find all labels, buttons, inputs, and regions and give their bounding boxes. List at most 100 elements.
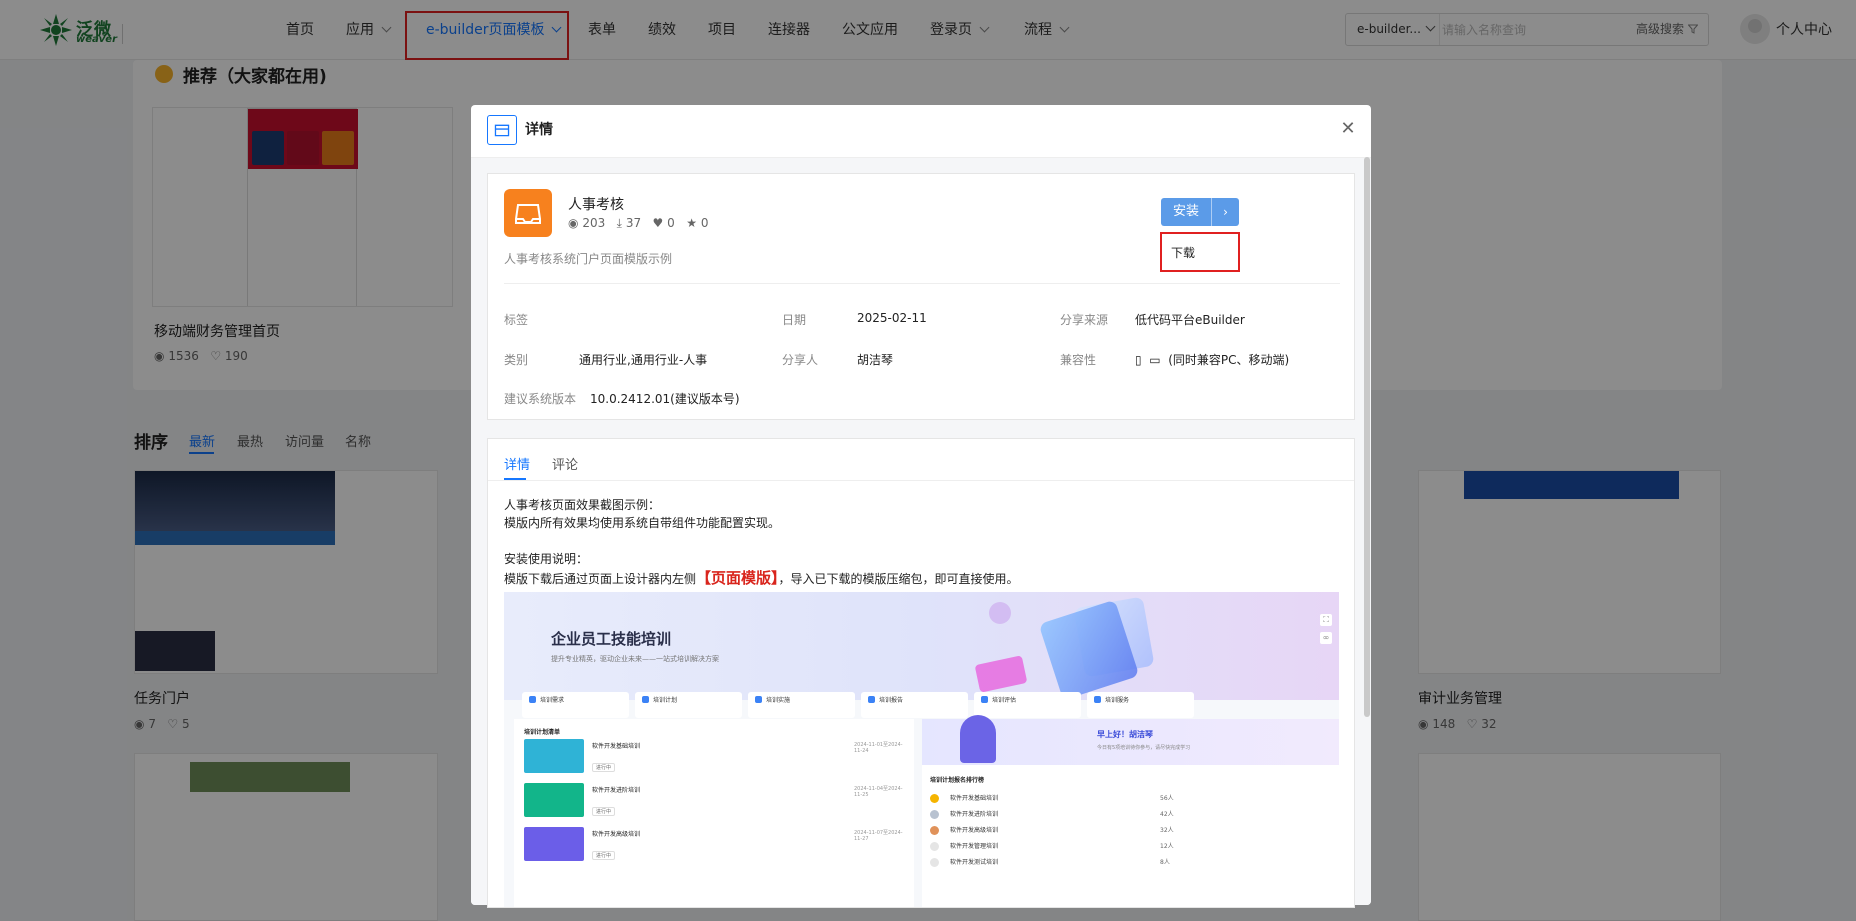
plan-thumb	[524, 783, 584, 817]
ranking-name: 软件开发基础培训	[950, 795, 999, 802]
tab-detail[interactable]: 详情	[504, 454, 530, 473]
detail-text: ，导入已下载的模版压缩包，即可直接使用。	[778, 572, 1019, 586]
plan-tag: 进行中	[592, 807, 616, 816]
card-icon	[1094, 696, 1101, 703]
star-icon: ★	[686, 216, 697, 230]
compat-value: ▯ ▭ (同时兼容PC、移动端)	[1135, 351, 1289, 368]
chevron-right-icon[interactable]: ›	[1211, 198, 1239, 226]
ranking-title: 培训计划报名排行榜	[930, 777, 985, 784]
date-value: 2025-02-11	[857, 311, 927, 325]
likes-count: 0	[667, 216, 675, 230]
ranking-count: 8人	[1160, 859, 1170, 866]
plan-title: 软件开发高级培训	[592, 831, 641, 838]
page-template-highlight: 【页面模版】	[696, 569, 779, 587]
rank-badge-icon	[930, 858, 939, 867]
tab-comments[interactable]: 评论	[552, 454, 578, 473]
card-icon	[981, 696, 988, 703]
plan-time: 2024-11-01至2024-11-24	[854, 742, 903, 754]
decor-card	[974, 655, 1028, 693]
app-description: 人事考核系统门户页面模版示例	[504, 252, 673, 266]
app-icon	[504, 189, 552, 237]
preview-plan-list: 培训计划清单 软件开发基础培训 2024-11-01至2024-11-24 进行…	[514, 719, 914, 907]
plan-row: 软件开发进阶培训 2024-11-04至2024-11-25 进行中	[524, 783, 904, 825]
plan-title: 软件开发基础培训	[592, 743, 641, 750]
preview-nav-card: 培训服务	[1087, 692, 1194, 718]
ranking-count: 42人	[1160, 811, 1174, 818]
ranking-count: 12人	[1160, 843, 1174, 850]
views-count: 203	[582, 216, 606, 230]
compat-label: 兼容性	[1060, 353, 1097, 367]
preview-nav-card: 培训实施	[748, 692, 855, 718]
category-value: 通用行业,通用行业-人事	[579, 353, 708, 367]
sharer-label: 分享人	[782, 353, 819, 367]
version-label: 建议系统版本	[504, 392, 577, 406]
greeting-banner: 早上好！胡洁琴 今日有5项培训待你参与，请尽快完成学习	[922, 715, 1339, 765]
detail-line: 安装使用说明：	[504, 552, 589, 566]
divider	[488, 480, 1354, 481]
preview-nav-card: 培训计划	[635, 692, 742, 718]
card-title: 培训计划	[653, 697, 678, 704]
detail-line: 人事考核页面效果截图示例：	[504, 498, 661, 512]
close-icon[interactable]: ✕	[1338, 119, 1358, 139]
ranking-name: 软件开发进阶培训	[950, 811, 999, 818]
decor-sphere	[989, 602, 1011, 624]
plan-row: 软件开发高级培训 2024-11-07至2024-11-27 进行中	[524, 827, 904, 869]
app-name: 人事考核	[568, 197, 624, 213]
plan-list-title: 培训计划清单	[524, 729, 561, 736]
desktop-icon: ▭	[1149, 353, 1161, 367]
category-label: 类别	[504, 353, 529, 367]
download-menu-item[interactable]: 下载	[1160, 232, 1240, 272]
ranking-count: 56人	[1160, 795, 1174, 802]
preview-nav-card: 培训评估	[974, 692, 1081, 718]
ranking-count: 32人	[1160, 827, 1174, 834]
app-info-card: 人事考核 ◉ 203 ⤓ 37 ♥ 0 ★ 0 人事考核系统门户页面模版示例 安…	[487, 173, 1355, 420]
card-icon	[868, 696, 875, 703]
plan-tag: 进行中	[592, 763, 616, 772]
detail-panel: 详情 评论 人事考核页面效果截图示例： 模版内所有效果均使用系统自带组件功能配置…	[487, 438, 1355, 908]
template-preview-image: 企业员工技能培训 提升专业精英，驱动企业未来——一站式培训解决方案 ⛶ ∞ 培训…	[504, 592, 1339, 907]
preview-banner: 企业员工技能培训 提升专业精英，驱动企业未来——一站式培训解决方案	[504, 592, 1339, 701]
detail-line: 模版内所有效果均使用系统自带组件功能配置实现。	[504, 516, 781, 530]
plan-thumb	[524, 739, 584, 773]
card-title: 培训报告	[879, 697, 904, 704]
preview-nav-card: 培训报告	[861, 692, 968, 718]
app-stats: ◉ 203 ⤓ 37 ♥ 0 ★ 0	[568, 216, 708, 231]
ranking-row: 软件开发管理培训 12人	[930, 841, 1330, 855]
install-label: 安装	[1173, 204, 1200, 219]
modal-scrollbar[interactable]	[1364, 157, 1370, 717]
compat-text: (同时兼容PC、移动端)	[1168, 353, 1290, 367]
gold-medal-icon	[930, 794, 939, 803]
modal-title: 详情	[525, 122, 553, 138]
greeting-subtitle: 今日有5项培训待你参与，请尽快完成学习	[1097, 745, 1191, 751]
expand-icon: ⛶	[1320, 614, 1332, 626]
silver-medal-icon	[930, 810, 939, 819]
card-title: 培训评估	[992, 697, 1017, 704]
preview-ranking: 早上好！胡洁琴 今日有5项培训待你参与，请尽快完成学习 培训计划报名排行榜 软件…	[922, 715, 1339, 907]
bronze-medal-icon	[930, 826, 939, 835]
card-title: 培训需求	[540, 697, 565, 704]
eye-icon: ◉	[568, 216, 579, 230]
preview-nav-card: 培训需求	[522, 692, 629, 718]
inbox-icon	[515, 204, 541, 224]
ranking-row: 软件开发进阶培训 42人	[930, 809, 1330, 823]
detail-line: 模版下载后通过页面上设计器内左侧【页面模版】，导入已下载的模版压缩包，即可直接使…	[504, 567, 1019, 588]
downloads-count: 37	[625, 216, 642, 230]
plan-time: 2024-11-07至2024-11-27	[854, 830, 903, 842]
plan-row: 软件开发基础培训 2024-11-01至2024-11-24 进行中	[524, 739, 904, 781]
card-title: 培训实施	[766, 697, 791, 704]
download-icon: ⤓	[616, 216, 622, 230]
greeting-title: 早上好！胡洁琴	[1097, 730, 1153, 739]
date-label: 日期	[782, 313, 807, 327]
source-label: 分享来源	[1060, 313, 1109, 327]
card-icon	[642, 696, 649, 703]
person-illustration	[960, 715, 996, 763]
plan-time: 2024-11-04至2024-11-25	[854, 786, 903, 798]
ranking-name: 软件开发测试培训	[950, 859, 999, 866]
install-button[interactable]: 安装 ›	[1161, 198, 1239, 226]
version-value: 10.0.2412.01(建议版本号)	[590, 392, 740, 406]
ranking-row: 软件开发高级培训 32人	[930, 825, 1330, 839]
detail-text: 模版下载后通过页面上设计器内左侧	[504, 572, 697, 586]
plan-tag: 进行中	[592, 851, 616, 860]
rank-badge-icon	[930, 842, 939, 851]
divider	[504, 283, 1340, 284]
